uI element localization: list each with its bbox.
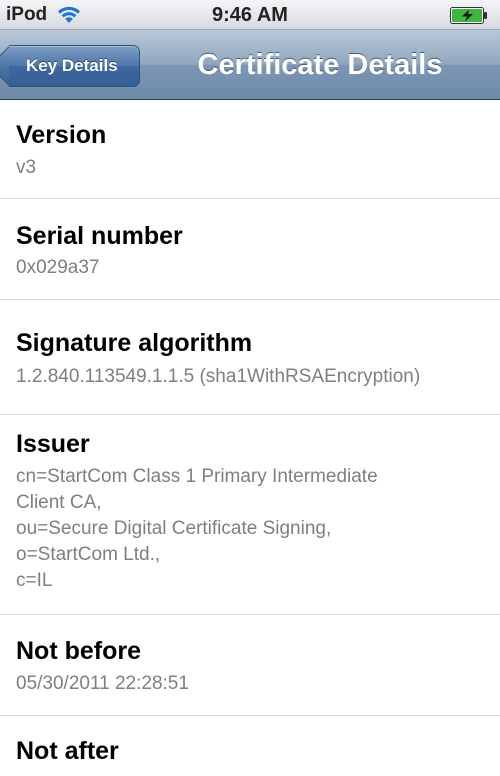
battery-charging-icon — [450, 7, 487, 24]
detail-label: Signature algorithm — [16, 329, 253, 357]
navigation-bar: Key Details Certificate Details — [0, 30, 500, 100]
detail-label: Not after — [16, 737, 119, 765]
detail-row-signature-algorithm: Signature algorithm 1.2.840.113549.1.1.5… — [0, 300, 500, 415]
detail-value: 0x029a37 — [16, 257, 100, 278]
detail-row-version: Version v3 — [0, 100, 500, 199]
detail-value: 05/30/2011 22:28:51 — [16, 673, 189, 694]
status-time: 9:46 AM — [212, 4, 288, 26]
detail-row-issuer: Issuer cn=StartCom Class 1 Primary Inter… — [0, 415, 500, 615]
page-title: Certificate Details — [197, 49, 443, 81]
detail-row-not-after: Not after — [0, 716, 500, 776]
detail-label: Issuer — [16, 430, 90, 458]
detail-label: Not before — [16, 637, 141, 665]
detail-value: v3 — [16, 157, 37, 178]
detail-label: Version — [16, 121, 107, 149]
back-button-label: Key Details — [26, 56, 118, 75]
detail-row-not-before: Not before 05/30/2011 22:28:51 — [0, 615, 500, 716]
detail-label: Serial number — [16, 222, 183, 250]
detail-row-serial-number: Serial number 0x029a37 — [0, 199, 500, 300]
status-bar: iPod 9:46 AM — [0, 0, 500, 30]
detail-value: cn=StartCom Class 1 Primary Intermediate… — [16, 466, 378, 591]
back-button-key-details[interactable]: Key Details — [9, 45, 140, 87]
detail-value: 1.2.840.113549.1.1.5 (sha1WithRSAEncrypt… — [16, 366, 421, 387]
